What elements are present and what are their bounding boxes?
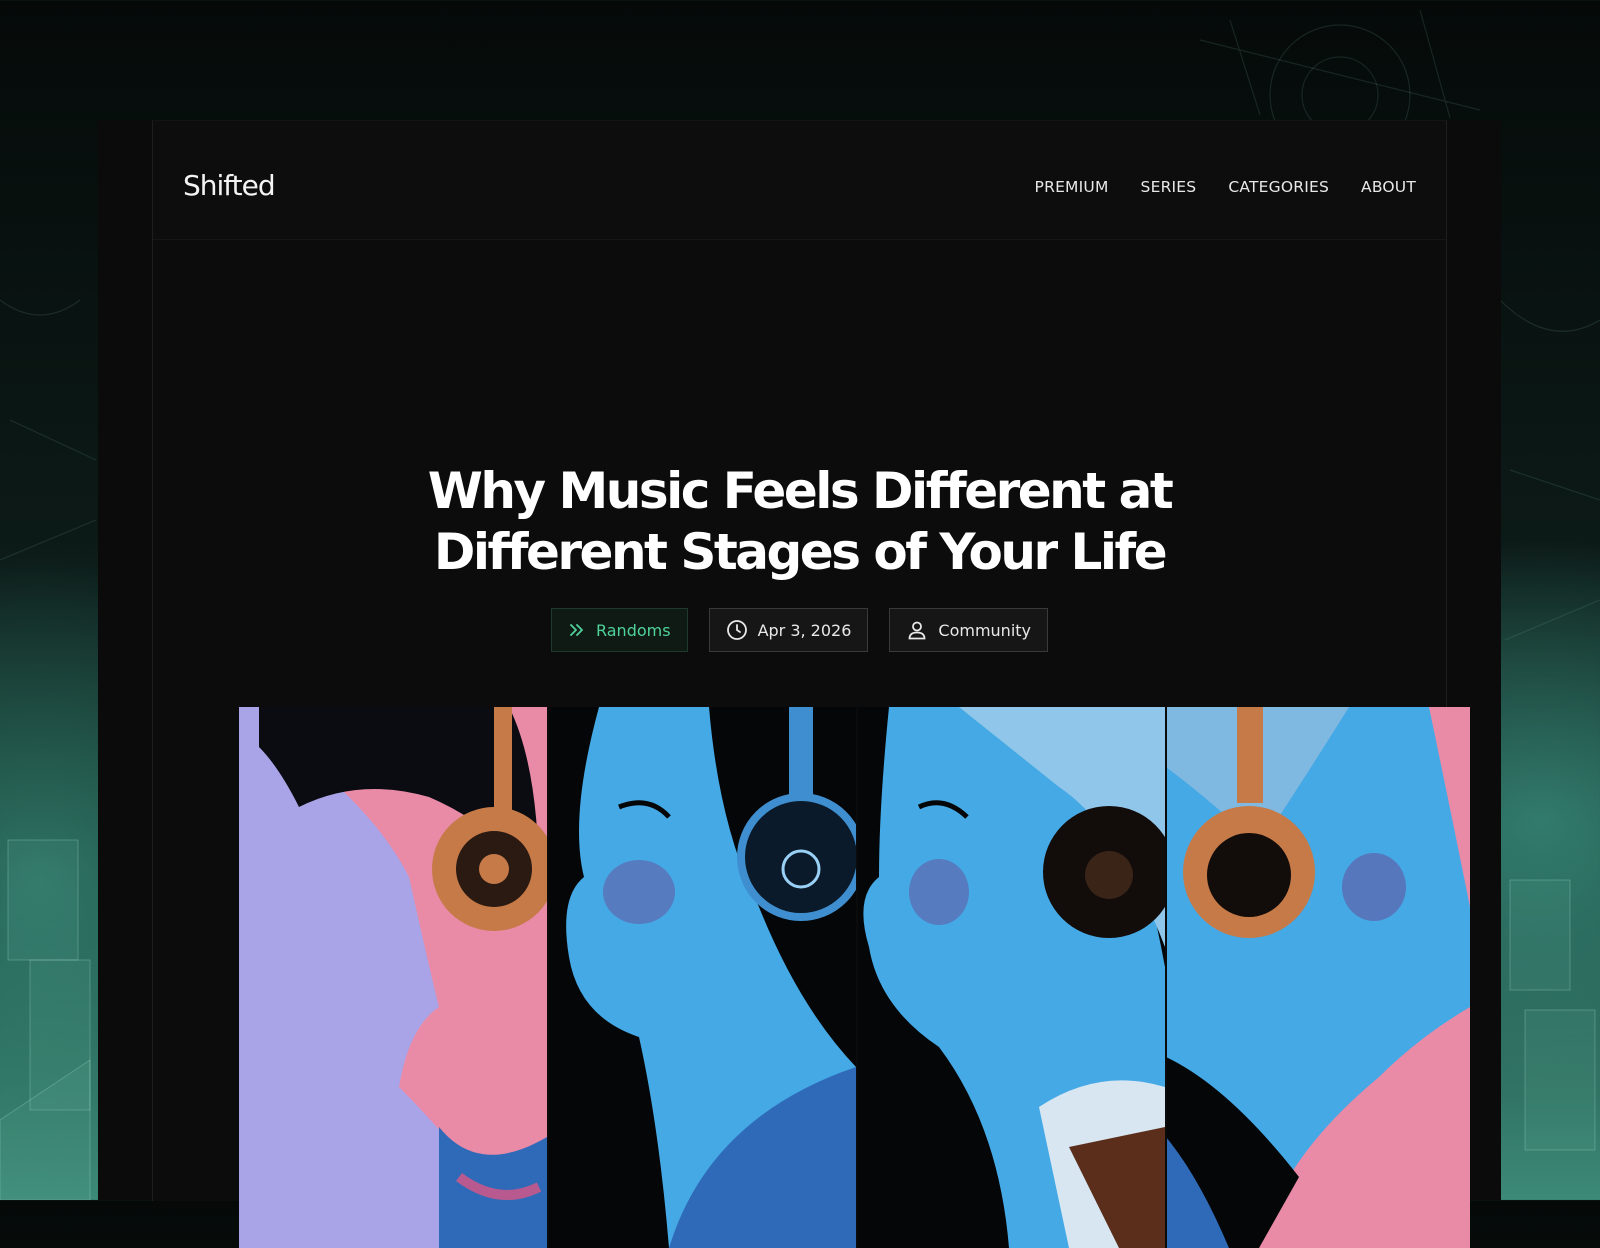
main-nav: PREMIUM SERIES CATEGORIES ABOUT	[1035, 178, 1416, 196]
hero-image	[239, 707, 1470, 1248]
clock-icon	[726, 619, 748, 641]
article-title: Why Music Feels Different at Different S…	[153, 461, 1446, 583]
category-tag[interactable]: Randoms	[550, 608, 688, 652]
nav-item-categories[interactable]: CATEGORIES	[1228, 178, 1329, 196]
author-tag[interactable]: Community	[889, 608, 1049, 652]
hero-panel-3	[857, 707, 1175, 1248]
nav-item-series[interactable]: SERIES	[1141, 178, 1197, 196]
nav-item-about[interactable]: ABOUT	[1361, 178, 1416, 196]
hero-panel-1	[239, 707, 556, 1248]
site-header: Shifted PREMIUM SERIES CATEGORIES ABOUT	[153, 121, 1446, 240]
nav-item-premium[interactable]: PREMIUM	[1035, 178, 1109, 196]
page-card: Shifted PREMIUM SERIES CATEGORIES ABOUT …	[98, 120, 1501, 1248]
article-title-line-2: Different Stages of Your Life	[433, 523, 1168, 581]
site-logo[interactable]: Shifted	[183, 169, 276, 202]
hero-panel-2	[548, 707, 865, 1248]
author-label: Community	[938, 620, 1032, 640]
user-icon	[906, 619, 928, 641]
article-meta: Randoms Apr 3, 2026 Community	[153, 608, 1446, 652]
double-chevron-right-icon	[568, 621, 586, 639]
date-tag: Apr 3, 2026	[708, 608, 869, 652]
hero-panel-4	[1166, 707, 1470, 1248]
date-label: Apr 3, 2026	[757, 620, 852, 640]
category-label: Randoms	[595, 620, 671, 640]
content-frame: Shifted PREMIUM SERIES CATEGORIES ABOUT …	[152, 120, 1470, 1248]
article-title-line-1: Why Music Feels Different at	[427, 462, 1174, 520]
